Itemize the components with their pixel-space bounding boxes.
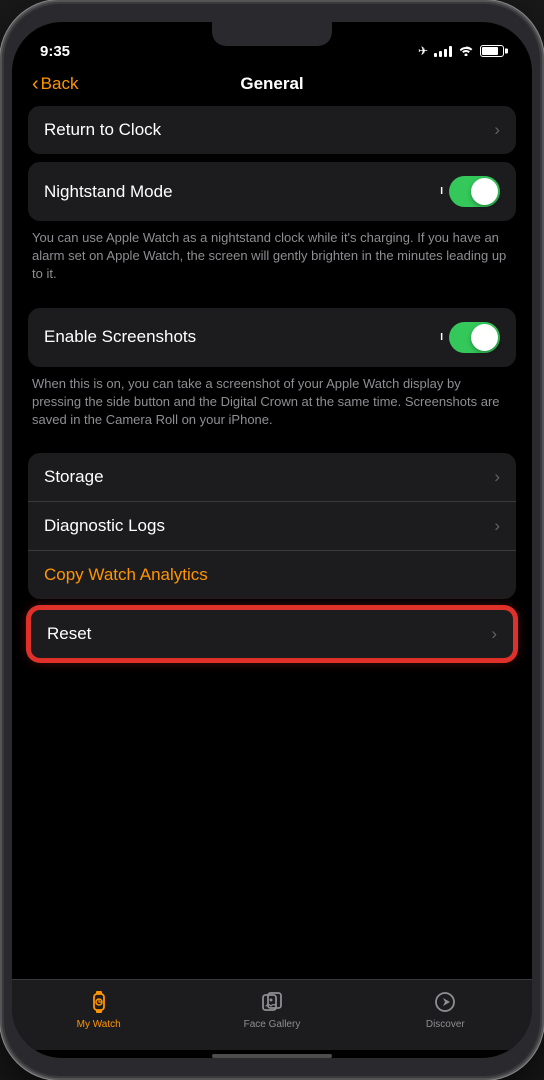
diagnostic-logs-row[interactable]: Diagnostic Logs ›: [28, 501, 516, 550]
tab-face-gallery[interactable]: Face Gallery: [237, 988, 307, 1030]
reset-section: Reset ›: [28, 607, 516, 661]
chevron-right-icon: ›: [494, 120, 500, 140]
discover-icon: [431, 988, 459, 1016]
nightstand-description: You can use Apple Watch as a nightstand …: [28, 221, 516, 300]
status-icons: ✈: [418, 44, 504, 59]
tab-bar: My Watch Face Gallery: [12, 979, 532, 1050]
back-button[interactable]: ‹ Back: [32, 74, 78, 94]
signal-bars-icon: [434, 45, 452, 57]
toggle-i-label-2: I: [440, 332, 443, 343]
back-label: Back: [41, 74, 79, 94]
tab-my-watch[interactable]: My Watch: [64, 988, 134, 1030]
chevron-left-icon: ‹: [32, 74, 39, 94]
notch: [212, 22, 332, 46]
reset-row[interactable]: Reset ›: [28, 607, 516, 661]
diagnostic-chevron-icon: ›: [494, 516, 500, 536]
return-to-clock-label: Return to Clock: [44, 120, 161, 140]
diagnostic-logs-label: Diagnostic Logs: [44, 516, 165, 536]
wifi-icon: [458, 44, 474, 59]
my-watch-tab-label: My Watch: [77, 1019, 121, 1030]
nav-header: ‹ Back General: [12, 66, 532, 106]
home-indicator: [212, 1054, 332, 1058]
discover-tab-label: Discover: [426, 1019, 465, 1030]
diagnostics-section: Storage › Diagnostic Logs › Copy Watch A…: [28, 453, 516, 599]
nightstand-toggle[interactable]: [449, 176, 500, 207]
status-time: 9:35: [40, 43, 70, 60]
face-gallery-tab-label: Face Gallery: [244, 1019, 301, 1030]
screenshots-row[interactable]: Enable Screenshots I: [28, 308, 516, 367]
copy-watch-analytics-row[interactable]: Copy Watch Analytics: [28, 550, 516, 599]
copy-watch-analytics-label: Copy Watch Analytics: [44, 565, 208, 585]
screenshots-description: When this is on, you can take a screensh…: [28, 367, 516, 446]
phone-screen: 9:35 ✈: [12, 22, 532, 1058]
nightstand-toggle-container: I: [440, 176, 500, 207]
phone-frame: 9:35 ✈: [0, 0, 544, 1080]
page-title: General: [240, 74, 303, 94]
content-area: Return to Clock › Nightstand Mode I You …: [12, 106, 532, 979]
reset-chevron-icon: ›: [491, 624, 497, 644]
screenshots-section: Enable Screenshots I When this is on, yo…: [28, 308, 516, 446]
my-watch-icon: [85, 988, 113, 1016]
screenshots-toggle[interactable]: [449, 322, 500, 353]
tab-discover[interactable]: Discover: [410, 988, 480, 1030]
toggle-thumb-2: [471, 324, 498, 351]
return-to-clock-row[interactable]: Return to Clock ›: [28, 106, 516, 154]
toggle-thumb: [471, 178, 498, 205]
battery-icon: [480, 45, 504, 57]
screenshots-label: Enable Screenshots: [44, 327, 196, 347]
nightstand-row[interactable]: Nightstand Mode I: [28, 162, 516, 221]
nightstand-section: Nightstand Mode I You can use Apple Watc…: [28, 162, 516, 300]
nightstand-label: Nightstand Mode: [44, 182, 173, 202]
face-gallery-icon: [258, 988, 286, 1016]
location-icon: ✈: [418, 44, 428, 58]
reset-label: Reset: [47, 624, 91, 644]
storage-chevron-icon: ›: [494, 467, 500, 487]
return-to-clock-section: Return to Clock ›: [28, 106, 516, 154]
storage-label: Storage: [44, 467, 104, 487]
storage-row[interactable]: Storage ›: [28, 453, 516, 501]
screenshots-toggle-container: I: [440, 322, 500, 353]
toggle-i-label: I: [440, 186, 443, 197]
